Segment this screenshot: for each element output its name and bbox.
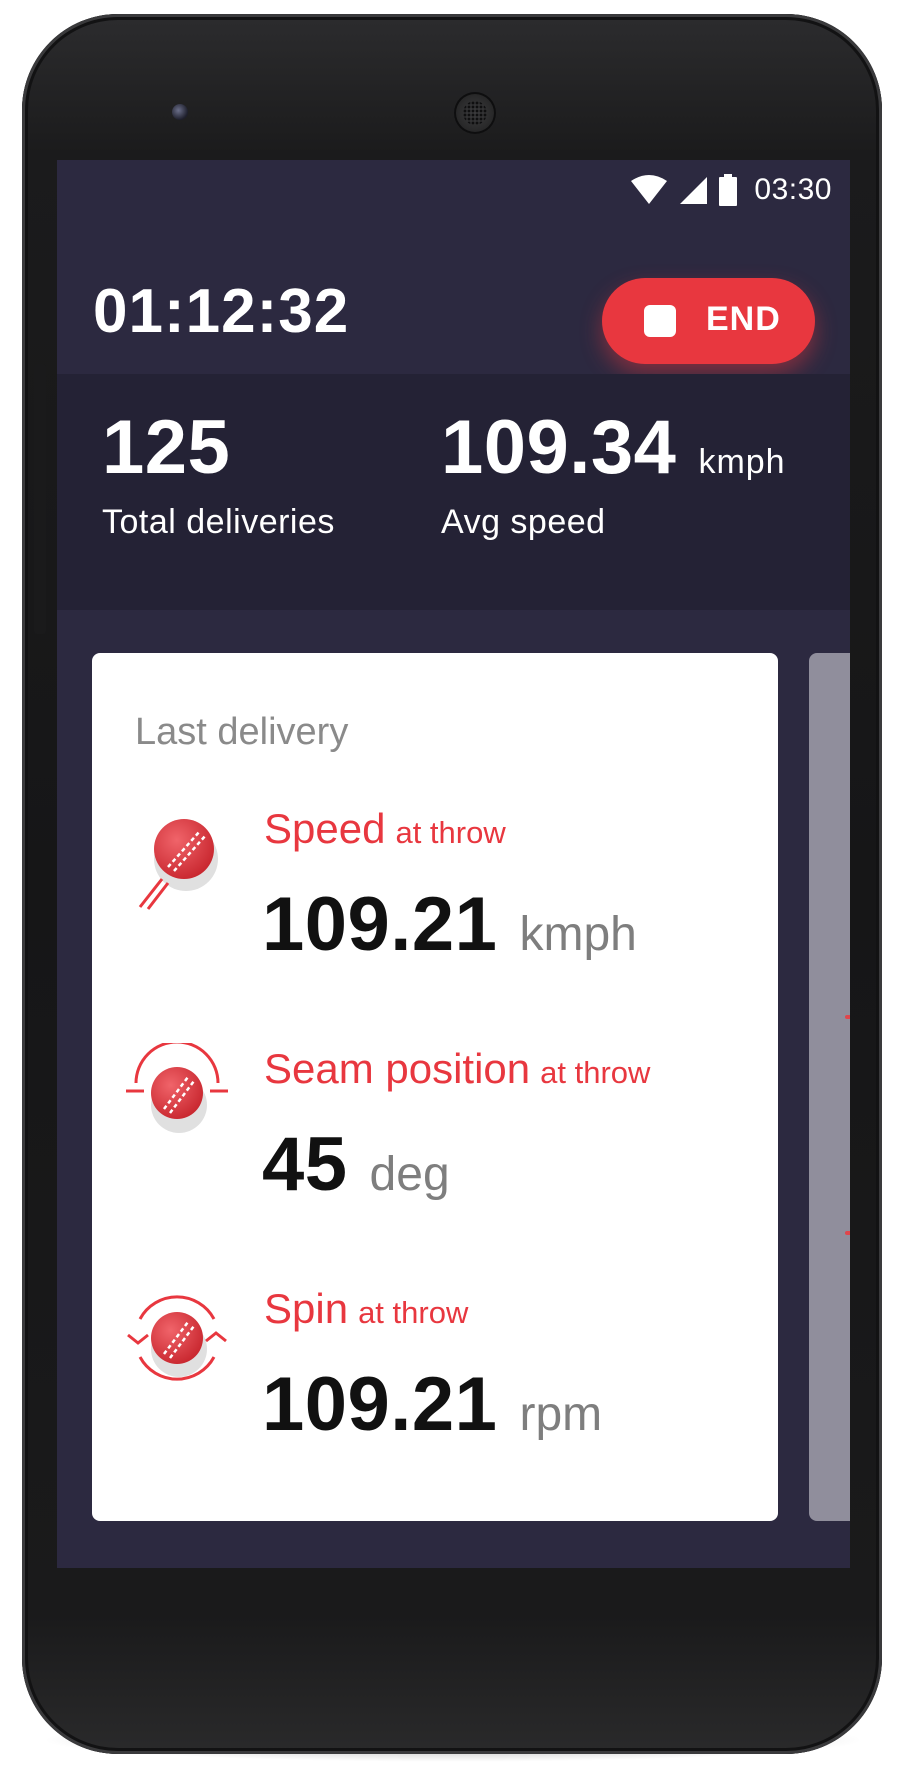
spin-value: 109.21 [262, 1362, 498, 1447]
spin-ball-icon [127, 1295, 227, 1381]
card-title: Last delivery [135, 711, 349, 753]
seam-position-value-row: 45 deg [262, 1121, 450, 1208]
front-camera-icon [172, 104, 188, 120]
app-screen: 03:30 01:12:32 END 125 Total deliveries … [57, 160, 850, 1568]
speed-unit: kmph [519, 908, 637, 961]
total-deliveries-stat: 125 Total deliveries [102, 404, 335, 542]
session-stats: 125 Total deliveries 109.34 kmph Avg spe… [57, 374, 850, 610]
battery-icon [719, 174, 738, 206]
speed-ball-icon [138, 819, 218, 910]
avg-speed-value: 109.34 [441, 405, 677, 490]
status-time: 03:30 [754, 173, 832, 206]
seam-position-value: 45 [262, 1122, 348, 1207]
peek-accent-mark [845, 1231, 850, 1235]
seam-position-suffix: at throw [540, 1055, 651, 1090]
seam-ball-icon [126, 1043, 228, 1133]
avg-speed-label: Avg speed [441, 503, 606, 541]
avg-speed-unit: kmph [698, 443, 786, 481]
seam-position-metric: Seam position at throw 45 deg [92, 1043, 778, 1243]
speed-metric: Speed at throw 109.21 kmph [92, 803, 778, 1003]
spin-unit: rpm [519, 1388, 603, 1441]
last-delivery-card[interactable]: Last delivery Speed at throw 109.21 kmph… [92, 653, 778, 1521]
volume-button [34, 364, 46, 634]
status-bar: 03:30 [57, 160, 850, 216]
seam-position-unit: deg [369, 1148, 450, 1201]
total-deliveries-label: Total deliveries [102, 503, 335, 541]
spin-name: Spin [264, 1285, 349, 1332]
session-header: 01:12:32 END [57, 216, 850, 374]
total-deliveries-value: 125 [102, 405, 231, 490]
speed-name: Speed [264, 805, 386, 852]
end-button-label: END [706, 300, 781, 338]
wifi-icon [631, 175, 668, 204]
session-timer: 01:12:32 [93, 277, 350, 346]
speed-value: 109.21 [262, 882, 498, 967]
speed-suffix: at throw [395, 815, 506, 850]
spin-value-row: 109.21 rpm [262, 1361, 602, 1448]
speed-heading: Speed at throw [264, 805, 506, 853]
seam-position-heading: Seam position at throw [264, 1045, 650, 1093]
peek-accent-mark [845, 1015, 850, 1019]
earpiece-grille [463, 101, 487, 125]
spin-suffix: at throw [358, 1295, 469, 1330]
avg-speed-stat: 109.34 kmph Avg speed [441, 404, 786, 542]
cell-signal-icon [680, 177, 708, 204]
stop-icon [644, 305, 676, 337]
speed-value-row: 109.21 kmph [262, 881, 637, 968]
spin-heading: Spin at throw [264, 1285, 468, 1333]
power-button [858, 249, 870, 359]
end-session-button[interactable]: END [602, 278, 815, 364]
next-delivery-card-peek[interactable] [809, 653, 850, 1521]
spin-metric: Spin at throw 109.21 rpm [92, 1283, 778, 1483]
status-icons: 03:30 [630, 170, 832, 210]
seam-position-name: Seam position [264, 1045, 531, 1092]
delivery-cards: Last delivery Speed at throw 109.21 kmph… [57, 610, 850, 1568]
